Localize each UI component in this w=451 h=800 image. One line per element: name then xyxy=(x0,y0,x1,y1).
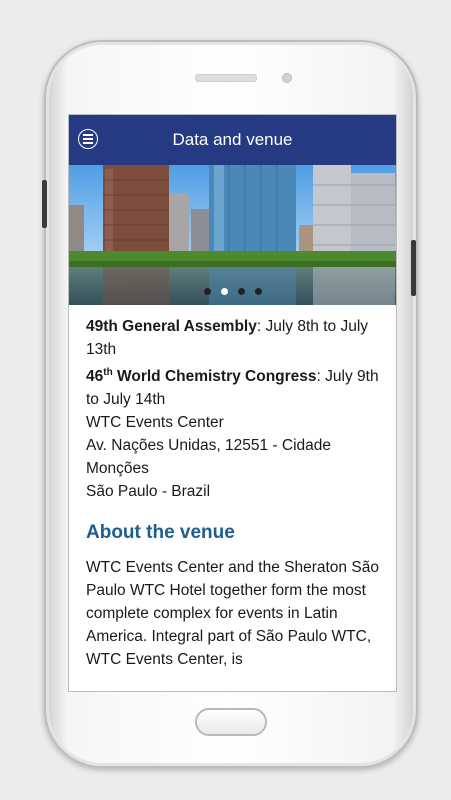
assembly-label: 49th General Assembly xyxy=(86,318,257,335)
volume-button xyxy=(42,180,47,228)
venue-photo xyxy=(69,165,396,305)
congress-number: 46 xyxy=(86,368,104,385)
carousel-indicator xyxy=(69,288,396,295)
congress-ordinal: th xyxy=(103,366,113,378)
menu-circle-icon[interactable] xyxy=(78,129,98,149)
carousel-dot[interactable] xyxy=(254,288,262,295)
assembly-info: 49th General Assembly: July 8th to July … xyxy=(86,315,379,361)
carousel-dot-active[interactable] xyxy=(220,288,228,295)
earpiece-speaker xyxy=(195,74,257,82)
congress-label: World Chemistry Congress xyxy=(112,368,317,385)
about-body: WTC Events Center and the Sheraton São P… xyxy=(86,559,379,668)
home-button[interactable] xyxy=(195,708,267,736)
page-title: Data and venue xyxy=(172,130,293,149)
carousel-dot[interactable] xyxy=(203,288,211,295)
carousel-dot[interactable] xyxy=(237,288,245,295)
congress-info: 46th World Chemistry Congress: July 9th … xyxy=(86,365,379,411)
power-button xyxy=(411,240,416,296)
venue-city: São Paulo - Brazil xyxy=(86,483,211,500)
front-camera xyxy=(282,73,292,83)
venue-address: Av. Nações Unidas, 12551 - Cidade Monçõe… xyxy=(86,437,331,477)
venue-image-carousel[interactable] xyxy=(69,165,396,305)
app-screen: Data and venue 49th General Assembly: Ju… xyxy=(68,114,397,692)
venue-name: WTC Events Center xyxy=(86,414,224,431)
venue-info: 49th General Assembly: July 8th to July … xyxy=(69,305,396,671)
app-bar: Data and venue xyxy=(69,115,396,165)
about-heading: About the venue xyxy=(86,522,235,543)
